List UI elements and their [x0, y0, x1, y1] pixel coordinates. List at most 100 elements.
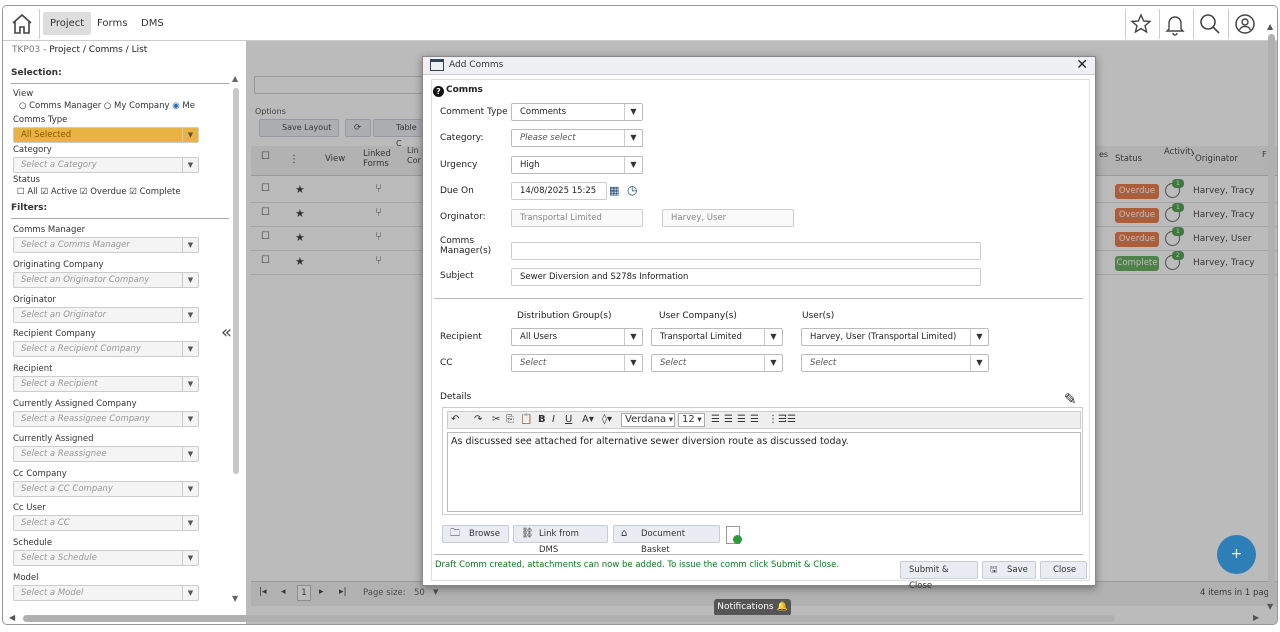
recipient-group-select[interactable]: All Users ▼: [511, 328, 643, 346]
user-icon[interactable]: [1233, 12, 1257, 36]
scroll-right-icon[interactable]: ▶: [1253, 613, 1259, 622]
paste-icon[interactable]: 📋: [520, 414, 532, 425]
search-icon[interactable]: [1198, 12, 1222, 36]
comms-type-select[interactable]: All Selected ▼: [13, 127, 199, 143]
bullet-list-icon[interactable]: ⁝☰: [784, 414, 796, 425]
font-family-select[interactable]: Verdana ▾: [621, 413, 675, 427]
calendar-icon[interactable]: ▦: [609, 184, 619, 197]
cc-company-select[interactable]: Select ▼: [651, 354, 783, 372]
checkbox-complete[interactable]: ☑: [129, 187, 137, 197]
undo-icon[interactable]: ↶: [451, 414, 459, 425]
save-button[interactable]: 🖫 Save: [982, 561, 1036, 579]
scroll-up-icon[interactable]: ▲: [232, 74, 238, 83]
scrollbar-thumb[interactable]: [233, 88, 239, 474]
highlight-icon[interactable]: ◊▾: [602, 414, 612, 425]
filter-select[interactable]: Select an Originator ▼: [13, 306, 199, 323]
recipient-company-select[interactable]: Transportal Limited ▼: [651, 328, 783, 346]
filter-select[interactable]: Select a Reassignee ▼: [13, 445, 199, 462]
tab-dms[interactable]: DMS: [134, 12, 171, 35]
radio-comms-manager[interactable]: ○: [19, 101, 26, 111]
align-center-icon[interactable]: ☰: [724, 414, 733, 425]
radio-my-company[interactable]: ○: [104, 101, 111, 111]
document-basket-button[interactable]: ⌂ Document Basket: [613, 525, 720, 555]
page-scrollbar[interactable]: ▲ ▼: [1267, 22, 1276, 614]
due-on-value: 14/08/2025 15:25: [520, 186, 597, 196]
recipient-user-select[interactable]: Harvey, User (Transportal Limited) ▼: [801, 328, 989, 346]
font-color-icon[interactable]: A▾: [582, 414, 594, 425]
font-size-select[interactable]: 12 ▾: [678, 413, 705, 427]
horizontal-scrollbar[interactable]: ◀ ▶: [5, 613, 1265, 624]
urgency-select[interactable]: High ▼: [511, 156, 643, 174]
filter-select[interactable]: Select a Comms Manager ▼: [13, 237, 199, 253]
filter-select[interactable]: Select a Recipient ▼: [13, 376, 199, 393]
cc-user-select[interactable]: Select ▼: [801, 354, 989, 372]
clock-icon[interactable]: ◷: [627, 183, 637, 197]
scroll-down-icon[interactable]: ▼: [232, 594, 238, 603]
edit-icon[interactable]: ✎: [1064, 390, 1077, 408]
underline-icon[interactable]: U: [565, 414, 572, 425]
filter-select[interactable]: Select a Recipient Company ▼: [13, 341, 199, 358]
star-icon[interactable]: [1129, 12, 1153, 36]
section-title: Comms: [446, 85, 483, 95]
filter-select[interactable]: Select a CC Company ▼: [13, 480, 199, 497]
filter-placeholder: Select a Schedule: [21, 553, 97, 564]
radio-me[interactable]: ◉: [172, 101, 179, 111]
checkbox-overdue[interactable]: ☑: [80, 187, 88, 197]
category-value: Please select: [520, 133, 576, 143]
cc-group-select[interactable]: Select ▼: [511, 354, 643, 372]
breadcrumb-path: Project / Comms / List: [49, 45, 148, 55]
comms-manager-input[interactable]: [511, 242, 981, 260]
subject-input[interactable]: Sewer Diversion and S278s Information: [511, 268, 981, 286]
submit-close-button[interactable]: Submit & Close: [900, 561, 978, 591]
add-fab-button[interactable]: +: [1217, 535, 1256, 574]
checkbox-label: Complete: [139, 187, 181, 197]
align-left-icon[interactable]: ☰: [711, 414, 720, 425]
italic-icon[interactable]: I: [552, 414, 555, 425]
recipient-company-value: Transportal Limited: [660, 332, 742, 342]
chevron-down-icon: ▼: [182, 158, 198, 172]
sidebar-scrollbar[interactable]: ▲ ▼: [232, 72, 240, 606]
editor-toolbar: ↶ ↷ ✂ ⎘ 📋 B I U A▾ ◊▾ Verdana ▾ 12 ▾ ☰ ☰…: [447, 411, 1081, 429]
details-editor[interactable]: As discussed see attached for alternativ…: [447, 432, 1081, 512]
filter-select[interactable]: Select a Reassignee Company ▼: [13, 411, 199, 427]
comment-type-select[interactable]: Comments ▼: [511, 103, 643, 121]
close-icon[interactable]: ✕: [1076, 57, 1088, 73]
filter-select[interactable]: Select a Model ▼: [13, 585, 199, 601]
home-icon[interactable]: [10, 12, 34, 36]
chevron-down-icon: ▼: [182, 412, 198, 426]
filter-select[interactable]: Select a CC ▼: [13, 515, 199, 532]
browse-button[interactable]: 🗀 Browse: [442, 525, 509, 543]
bold-icon[interactable]: B: [538, 414, 546, 425]
tab-forms[interactable]: Forms: [90, 12, 134, 35]
close-label: Close: [1053, 565, 1077, 575]
subject-value: Sewer Diversion and S278s Information: [520, 272, 689, 282]
filter-select[interactable]: Select an Originator Company ▼: [13, 271, 199, 288]
link-from-dms-button[interactable]: ⛓ Link from DMS: [513, 525, 608, 555]
checkbox-active[interactable]: ☑: [41, 187, 49, 197]
scroll-up-icon[interactable]: ▲: [1267, 22, 1273, 31]
scrollbar-thumb[interactable]: [23, 615, 1115, 622]
chevron-down-icon: ▼: [182, 342, 198, 357]
bell-icon[interactable]: [1163, 12, 1187, 36]
category-select[interactable]: Please select ▼: [511, 129, 643, 147]
divider: [11, 218, 229, 219]
scroll-down-icon[interactable]: ▼: [1267, 602, 1273, 611]
scrollbar-thumb[interactable]: [1268, 34, 1275, 600]
tab-project[interactable]: Project: [43, 12, 92, 35]
cut-icon[interactable]: ✂: [492, 414, 500, 425]
collapse-sidebar-icon[interactable]: «: [221, 322, 232, 343]
close-button[interactable]: Close: [1040, 561, 1087, 579]
copy-icon[interactable]: ⎘: [506, 414, 514, 425]
due-on-input[interactable]: 14/08/2025 15:25: [511, 182, 607, 200]
redo-icon[interactable]: ↷: [474, 414, 482, 425]
align-right-icon[interactable]: ☰: [737, 414, 746, 425]
justify-icon[interactable]: ☰: [750, 414, 759, 425]
category-select[interactable]: Select a Category ▼: [13, 157, 199, 173]
filter-placeholder: Select a Reassignee Company: [21, 414, 150, 424]
chevron-down-icon: ▼: [624, 130, 642, 146]
help-icon[interactable]: ?: [433, 86, 444, 97]
checkbox-all[interactable]: ☐: [17, 187, 25, 197]
filter-select[interactable]: Select a Schedule ▼: [13, 550, 199, 567]
originator-user: Harvey, User: [671, 213, 727, 223]
scroll-left-icon[interactable]: ◀: [9, 613, 15, 622]
